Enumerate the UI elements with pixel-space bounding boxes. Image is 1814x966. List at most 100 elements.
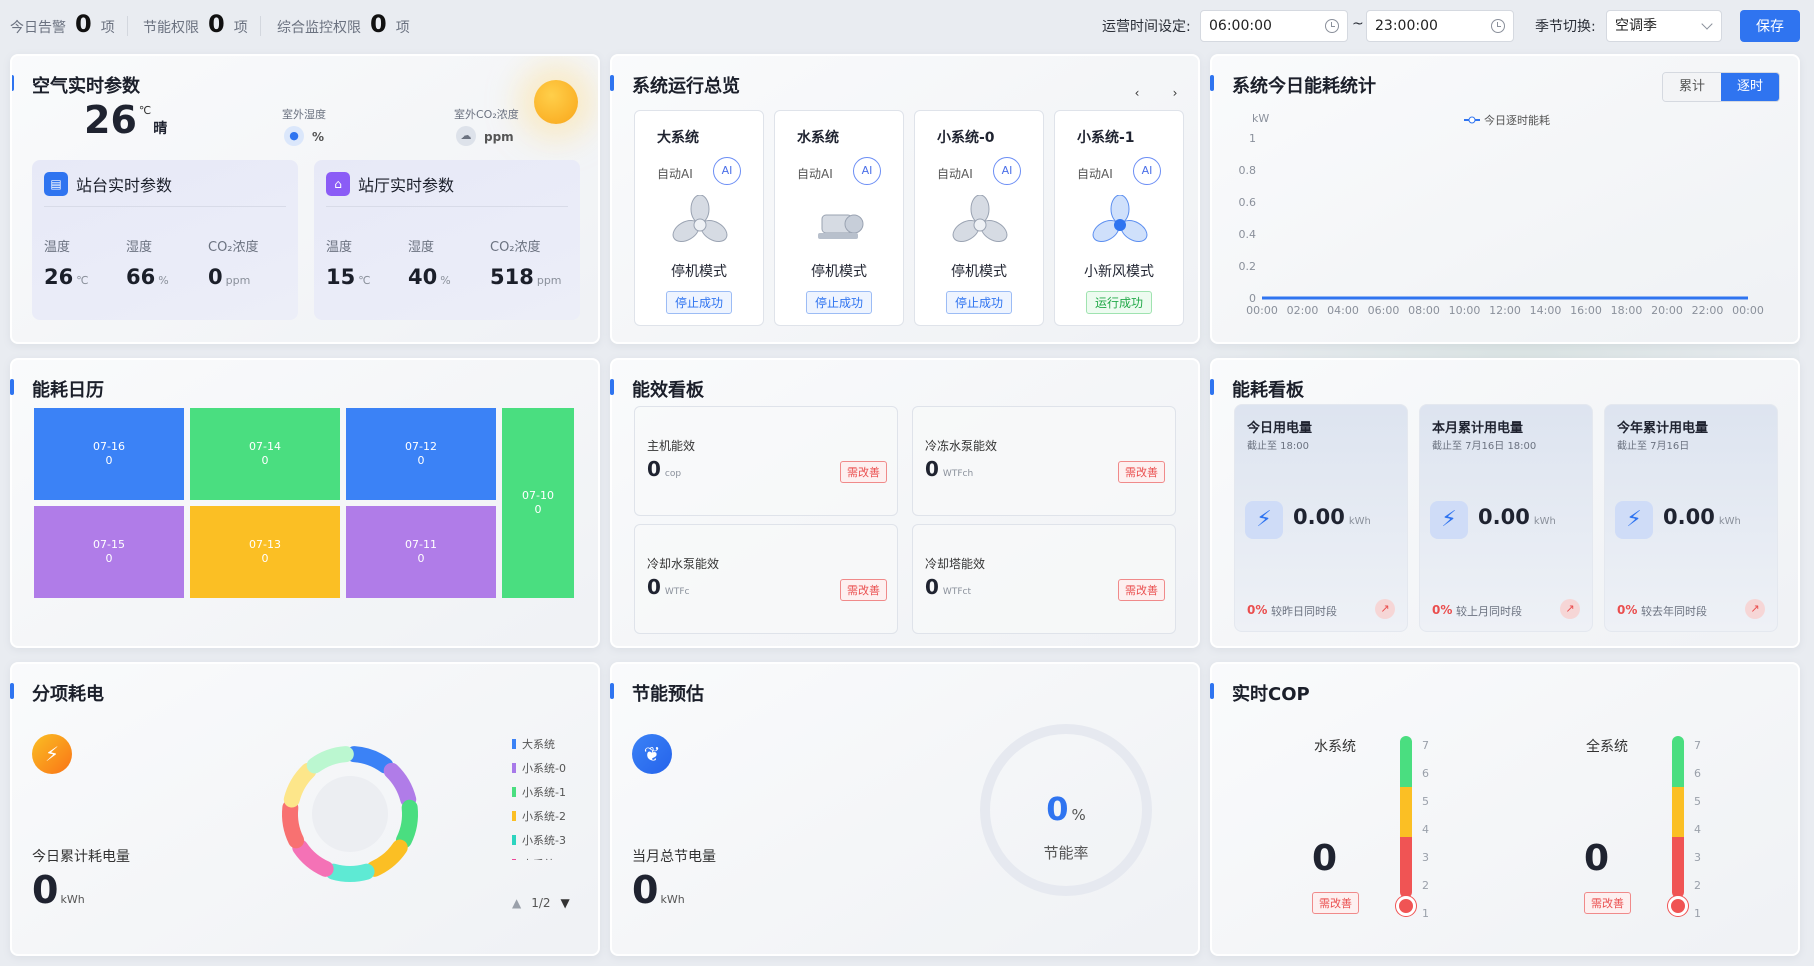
x-tick-label: 22:00 <box>1692 304 1724 317</box>
calendar-cell[interactable]: 07-12 0 <box>346 408 496 500</box>
panel-title: 空气实时参数 <box>12 72 140 98</box>
ring-segment <box>282 799 305 849</box>
calendar-cell[interactable]: 07-14 0 <box>190 408 340 500</box>
legend-swatch <box>512 835 516 845</box>
system-card[interactable]: 大系统 自动AI AI 停机模式 停止成功 <box>634 110 764 326</box>
season-select[interactable]: 空调季 <box>1606 10 1722 42</box>
x-tick-label: 10:00 <box>1449 304 1481 317</box>
scale-tick: 1 <box>1422 907 1429 920</box>
page-down-icon[interactable]: ▼ <box>561 896 570 910</box>
today-power-label: 今日累计耗电量 <box>32 849 130 865</box>
lightning-icon: ⚡ <box>32 734 72 774</box>
ai-toggle[interactable]: AI <box>713 157 741 185</box>
realtime-cop-panel: 实时COP 水系统 0 需改善 7 6 5 4 3 2 1 全系统 0 需改善 7 6 5 4 3 2… <box>1210 662 1800 956</box>
y-tick-label: 0.2 <box>1239 260 1257 273</box>
calendar-cell[interactable]: 07-16 0 <box>34 408 184 500</box>
legend-pager: ▲ 1/2 ▼ <box>512 896 570 910</box>
platform-co2: CO₂浓度 0 ppm <box>208 240 259 289</box>
x-tick-label: 16:00 <box>1570 304 1602 317</box>
ai-toggle[interactable]: AI <box>853 157 881 185</box>
pump-icon <box>818 214 864 239</box>
panel-title: 能效看板 <box>610 376 704 402</box>
scale-tick: 3 <box>1422 851 1429 864</box>
alarm-monitor-permission[interactable]: 综合监控权限 0 项 <box>277 10 410 38</box>
cop-thermometer <box>1672 736 1684 898</box>
hall-co2: CO₂浓度 518 ppm <box>490 240 562 289</box>
ai-toggle[interactable]: AI <box>1133 157 1161 185</box>
system-card[interactable]: 小系统-0 自动AI AI 停机模式 停止成功 <box>914 110 1044 326</box>
scale-tick: 5 <box>1422 795 1429 808</box>
legend-swatch <box>512 859 516 860</box>
platform-humidity: 湿度 66% <box>126 240 169 289</box>
next-arrow-icon[interactable]: › <box>1162 82 1188 104</box>
panel-title: 系统今日能耗统计 <box>1210 72 1376 98</box>
hall-icon: ⌂ <box>326 172 350 196</box>
scale-tick: 7 <box>1422 739 1429 752</box>
y-tick-label: 0.6 <box>1239 196 1257 209</box>
calendar-cell[interactable]: 07-10 0 <box>502 408 574 598</box>
alarm-today[interactable]: 今日告警 0 项 <box>10 10 115 38</box>
divider <box>127 16 128 36</box>
legend-item[interactable]: 小系统-0 <box>512 756 566 780</box>
calendar-cell[interactable]: 07-13 0 <box>190 506 340 598</box>
legend-marker <box>1468 116 1476 124</box>
time-separator: ~ <box>1352 16 1364 32</box>
ring-segment <box>383 762 417 808</box>
legend-item[interactable]: 小系统-1 <box>512 780 566 804</box>
status-badge: 需改善 <box>1312 892 1359 914</box>
trend-up-icon: ↗ <box>1375 599 1395 619</box>
ai-toggle[interactable]: AI <box>993 157 1021 185</box>
subitem-legend: 大系统小系统-0小系统-1小系统-2小系统-3小系统-4水系统 <box>512 732 566 860</box>
cop-value: 0 <box>1312 838 1338 879</box>
saving-rate: 0% <box>1046 790 1086 828</box>
scale-tick: 6 <box>1422 767 1429 780</box>
scale-tick: 4 <box>1694 823 1701 836</box>
ring-center <box>312 776 388 852</box>
ring-segment <box>306 746 354 774</box>
platform-temperature: 温度 26 ℃ <box>44 240 89 289</box>
ring-segment <box>366 839 408 877</box>
energy-card: 今年累计用电量 截止至 7月16日 ⚡ 0.00 kWh 0% 较去年同时段 ↗ <box>1604 404 1778 632</box>
legend-item[interactable]: 大系统 <box>512 732 566 756</box>
efficiency-panel: 能效看板 主机能效 0 cop 需改善 冷冻水泵能效 0 WTFch 需改善 冷却水… <box>610 358 1200 648</box>
status-badge: 需改善 <box>1118 461 1165 483</box>
subitem-ring-chart <box>282 746 418 882</box>
system-overview-panel: 系统运行总览 ‹ › 大系统 自动AI AI 停机模式 停止成功 水系统 自动A… <box>610 54 1200 344</box>
clock-icon <box>1325 19 1339 33</box>
energy-calendar-panel: 能耗日历 07-16 0 07-14 0 07-12 0 07-15 0 07-13 0 07-11… <box>10 358 600 648</box>
ring-segment <box>292 839 334 877</box>
leaf-icon: ❦ <box>632 734 672 774</box>
x-tick-label: 08:00 <box>1408 304 1440 317</box>
outdoor-temperature: 26 ℃ 晴 <box>84 98 168 142</box>
system-card[interactable]: 小系统-1 自动AI AI 小新风模式 运行成功 <box>1054 110 1184 326</box>
legend-swatch <box>512 739 516 749</box>
prev-arrow-icon[interactable]: ‹ <box>1124 82 1150 104</box>
page-up-icon[interactable]: ▲ <box>512 896 521 910</box>
start-time-input[interactable]: 06:00:00 <box>1200 10 1348 42</box>
x-tick-label: 18:00 <box>1611 304 1643 317</box>
scale-tick: 3 <box>1694 851 1701 864</box>
y-tick-label: 1 <box>1249 132 1256 145</box>
lightning-icon: ⚡ <box>1245 501 1283 539</box>
calendar-cell[interactable]: 07-15 0 <box>34 506 184 598</box>
alarm-energy-permission[interactable]: 节能权限 0 项 <box>143 10 248 38</box>
energy-card: 今日用电量 截止至 18:00 ⚡ 0.00 kWh 0% 较昨日同时段 ↗ <box>1234 404 1408 632</box>
calendar-cell[interactable]: 07-11 0 <box>346 506 496 598</box>
scale-tick: 2 <box>1422 879 1429 892</box>
air-params-panel: 空气实时参数 26 ℃ 晴 室外湿度 ● % 室外CO₂浓度 ☁ ppm ▤ 站台… <box>10 54 600 344</box>
status-badge: 运行成功 <box>1085 291 1153 314</box>
system-card[interactable]: 水系统 自动AI AI 停机模式 停止成功 <box>774 110 904 326</box>
legend-item[interactable]: 小系统-3 <box>512 828 566 852</box>
cop-name: 水系统 <box>1314 739 1356 755</box>
panel-title: 能耗看板 <box>1210 376 1304 402</box>
efficiency-card: 冷却水泵能效 0 WTFc 需改善 <box>634 524 898 634</box>
save-button[interactable]: 保存 <box>1740 10 1800 42</box>
end-time-input[interactable]: 23:00:00 <box>1366 10 1514 42</box>
card-title: 站厅实时参数 <box>358 176 455 195</box>
efficiency-card: 冷却塔能效 0 WTFct 需改善 <box>912 524 1176 634</box>
legend-item[interactable]: 小系统-2 <box>512 804 566 828</box>
scale-tick: 4 <box>1422 823 1429 836</box>
month-saving-label: 当月总节电量 <box>632 849 716 865</box>
legend-item[interactable]: 小系统-4 <box>512 852 566 860</box>
fan-icon <box>952 195 1008 242</box>
